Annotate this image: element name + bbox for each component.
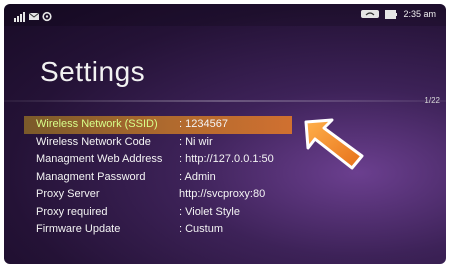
setting-value: : Ni wir <box>179 135 213 148</box>
status-icons-left <box>14 11 52 22</box>
message-icon <box>28 12 40 20</box>
setting-label: Proxy Server <box>36 188 100 200</box>
setting-value: : 1234567 <box>179 118 228 130</box>
setting-label: Managment Web Address <box>36 153 163 165</box>
setting-label: Proxy required <box>36 205 108 218</box>
setting-value: : Violet Style <box>179 205 240 218</box>
status-bar: 2:35 am <box>4 4 446 26</box>
setting-row-network-code[interactable]: Wireless Network Code : Ni wir <box>24 134 324 152</box>
setting-label: Wireless Network Code <box>36 135 151 148</box>
wifi-icon <box>361 10 380 18</box>
setting-label: Managment Password <box>36 170 146 183</box>
clock: 2:35 am <box>403 9 436 19</box>
setting-label: Firmware Update <box>36 223 121 235</box>
battery-icon <box>385 9 398 19</box>
status-icons-right: 2:35 am <box>361 9 436 19</box>
setting-row-proxy-server[interactable]: Proxy Server http://svcproxy:80 <box>24 186 324 204</box>
setting-value: : Admin <box>179 170 216 183</box>
setting-row-firmware-update[interactable]: Firmware Update : Custum <box>24 221 324 239</box>
setting-row-web-address[interactable]: Managment Web Address : http://127.0.0.1… <box>24 151 324 169</box>
setting-row-proxy-required[interactable]: Proxy required : Violet Style <box>24 204 324 222</box>
setting-value: : http://127.0.0.1:50 <box>179 153 274 165</box>
settings-list: Wireless Network (SSID) : 1234567 Wirele… <box>24 116 324 239</box>
setting-value: : Custum <box>179 223 224 235</box>
signal-icon <box>14 12 25 22</box>
settings-icon <box>42 11 52 22</box>
device-screen: 2:35 am Settings 1/22 Wireless Network (… <box>4 4 446 264</box>
setting-label: Wireless Network (SSID) <box>36 118 158 130</box>
page-title: Settings <box>40 56 146 87</box>
setting-row-ssid[interactable]: Wireless Network (SSID) : 1234567 <box>24 116 292 134</box>
setting-value: http://svcproxy:80 <box>179 188 266 200</box>
setting-row-password[interactable]: Managment Password : Admin <box>24 169 324 187</box>
page-indicator: 1/22 <box>424 96 440 105</box>
title-divider <box>4 100 446 102</box>
pointer-arrow-icon <box>304 118 364 170</box>
